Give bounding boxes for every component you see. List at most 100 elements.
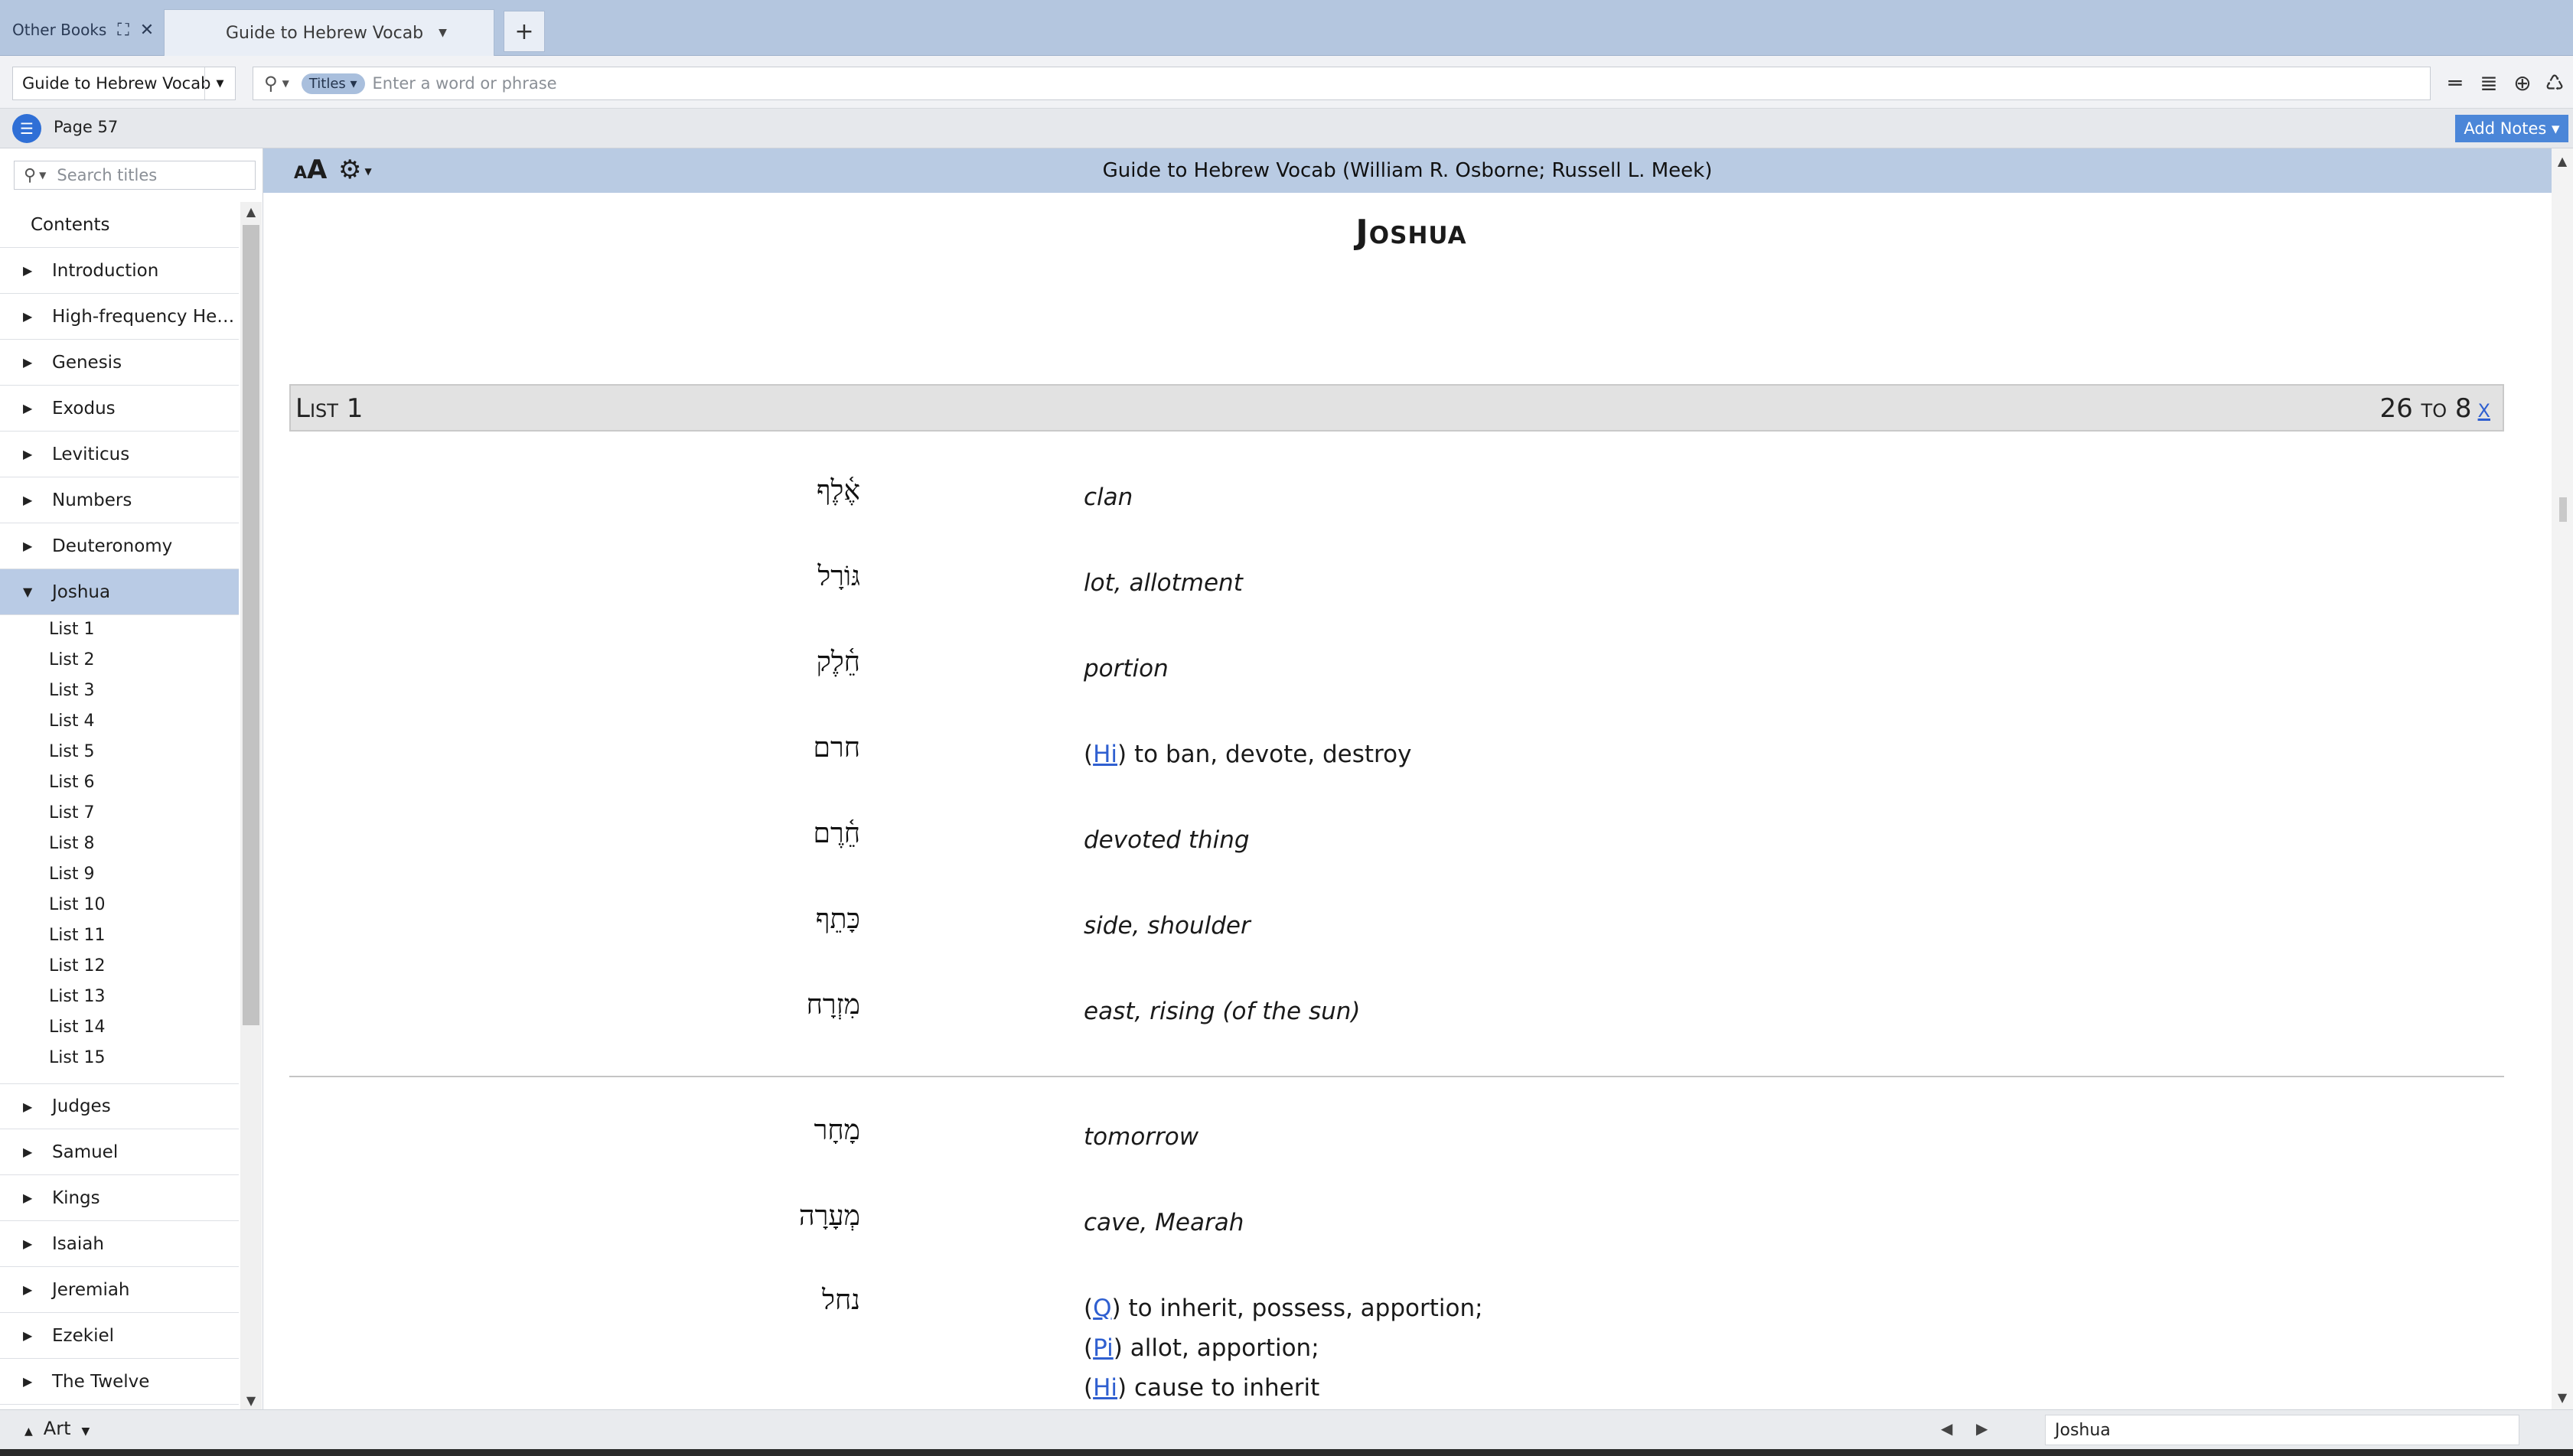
expand-triangle-icon[interactable]: ▶ [0, 309, 32, 324]
search-icon[interactable]: ⚲ [24, 166, 36, 185]
sidebar-item-joshua[interactable]: ▼ Joshua [0, 569, 239, 615]
sidebar-item-samuel[interactable]: ▶ Samuel [0, 1129, 239, 1175]
scroll-down-icon[interactable]: ▼ [240, 1391, 262, 1409]
expand-triangle-icon[interactable]: ▶ [0, 1191, 32, 1205]
hebrew-word[interactable]: מִזְרָח [493, 989, 860, 1021]
stem-link[interactable]: Hi [1093, 1374, 1117, 1402]
chevron-down-icon[interactable]: ▼ [39, 170, 46, 181]
add-circle-icon[interactable]: ⊕ [2507, 66, 2538, 99]
sidebar-item-numbers[interactable]: ▶ Numbers [0, 477, 239, 523]
sidebar-subitem-list-9[interactable]: List 9 [49, 865, 94, 884]
book-select[interactable]: Guide to Hebrew Vocab ▼ [12, 67, 236, 100]
location-field[interactable]: Joshua [2045, 1415, 2519, 1445]
search-input[interactable]: ⚲ ▼ Titles ▾ Enter a word or phrase [253, 67, 2431, 100]
chevron-down-icon[interactable]: ▼ [282, 78, 289, 89]
expand-triangle-icon[interactable]: ▶ [0, 1328, 32, 1343]
expand-triangle-icon[interactable]: ▶ [0, 1099, 32, 1114]
expand-triangle-icon[interactable]: ▶ [0, 355, 32, 370]
reading-pane-scroll-thumb[interactable] [2559, 497, 2567, 522]
search-icon[interactable]: ⚲ [264, 73, 278, 94]
sidebar-item-kings[interactable]: ▶ Kings [0, 1175, 239, 1221]
list-title: List 1 [295, 393, 364, 424]
hebrew-word[interactable]: חרם [493, 731, 860, 764]
sidebar-item-leviticus[interactable]: ▶ Leviticus [0, 432, 239, 477]
hebrew-word[interactable]: כָּתֵף [493, 903, 860, 935]
stem-link[interactable]: Pi [1093, 1334, 1114, 1362]
sidebar-subitem-list-12[interactable]: List 12 [49, 956, 105, 976]
next-arrow-icon[interactable]: ▶ [1976, 1419, 1988, 1438]
sidebar-item-exodus[interactable]: ▶ Exodus [0, 386, 239, 432]
sidebar-subitem-list-11[interactable]: List 11 [49, 926, 105, 945]
sidebar-subitem-list-8[interactable]: List 8 [49, 834, 94, 853]
list-close-link[interactable]: x [2478, 393, 2490, 424]
add-notes-button[interactable]: Add Notes ▾ [2455, 115, 2568, 142]
hebrew-word[interactable]: נחל [493, 1284, 860, 1316]
sidebar-subitem-list-13[interactable]: List 13 [49, 987, 105, 1006]
sidebar-item-isaiah[interactable]: ▶ Isaiah [0, 1221, 239, 1267]
float-window-icon[interactable]: ⛶ [117, 21, 129, 40]
sidebar-subitem-list-4[interactable]: List 4 [49, 712, 94, 731]
hebrew-word[interactable]: אֶ֫לֶף [493, 474, 860, 507]
hebrew-word[interactable]: מְעָרָה [493, 1200, 860, 1232]
sidebar-subitem-list-3[interactable]: List 3 [49, 681, 94, 700]
expand-triangle-icon[interactable]: ▶ [0, 447, 32, 461]
sidebar-subitem-list-2[interactable]: List 2 [49, 650, 94, 669]
gear-icon[interactable]: ⚙ ▼ [338, 155, 372, 185]
stem-link[interactable]: Hi [1093, 741, 1117, 768]
sidebar-scroll-thumb[interactable] [243, 225, 259, 1025]
sidebar-item-introduction[interactable]: ▶ Introduction [0, 248, 239, 294]
expand-triangle-icon[interactable]: ▶ [0, 1145, 32, 1159]
sidebar-item-label: Numbers [52, 490, 132, 510]
expand-triangle-icon[interactable]: ▶ [0, 1236, 32, 1251]
table-of-contents-icon[interactable]: ☰ [12, 114, 41, 143]
chevron-down-icon[interactable]: ▼ [439, 27, 447, 39]
chevron-up-icon[interactable]: ▲ [24, 1425, 33, 1438]
tab-guide-to-hebrew-vocab[interactable]: Guide to Hebrew Vocab ▼ [164, 9, 494, 56]
sidebar-scrollbar[interactable]: ▲ ▼ [240, 202, 262, 1409]
sidebar-subitem-list-15[interactable]: List 15 [49, 1048, 105, 1067]
add-tab-button[interactable]: + [504, 11, 545, 52]
sidebar-item-jeremiah[interactable]: ▶ Jeremiah [0, 1267, 239, 1313]
reading-pane-scrollbar[interactable]: ▲ ▼ [2552, 148, 2573, 1409]
scroll-up-icon[interactable]: ▲ [240, 202, 262, 220]
sidebar-item-deuteronomy[interactable]: ▶ Deuteronomy [0, 523, 239, 569]
sidebar-subitem-list-5[interactable]: List 5 [49, 742, 94, 761]
hebrew-word[interactable]: חֵ֫רֶם [493, 817, 860, 849]
sidebar-item-judges[interactable]: ▶ Judges [0, 1083, 239, 1129]
expand-triangle-icon[interactable]: ▶ [0, 539, 32, 553]
art-panel-button[interactable]: ▲ Art ▼ [24, 1418, 90, 1439]
expand-triangle-icon[interactable]: ▶ [0, 401, 32, 415]
search-scope-pill[interactable]: Titles ▾ [301, 73, 365, 94]
collapse-triangle-icon[interactable]: ▼ [0, 585, 32, 599]
parallel-lines-icon[interactable]: ═ [2440, 66, 2470, 99]
sidebar-search-input[interactable]: ⚲ ▼ Search titles [14, 161, 256, 190]
hebrew-word[interactable]: חֵ֫לֶק [493, 646, 860, 678]
previous-arrow-icon[interactable]: ◀ [1941, 1419, 1952, 1438]
expand-triangle-icon[interactable]: ▶ [0, 493, 32, 507]
sidebar-item-the-twelve[interactable]: ▶ The Twelve [0, 1359, 239, 1405]
sidebar-subitem-list-14[interactable]: List 14 [49, 1018, 105, 1037]
font-size-button[interactable]: AA [294, 155, 327, 185]
tab-other-books[interactable]: Other Books ⛶ ✕ [0, 5, 162, 55]
sidebar-subitem-list-10[interactable]: List 10 [49, 895, 105, 914]
sidebar-item-ezekiel[interactable]: ▶ Ezekiel [0, 1313, 239, 1359]
scroll-up-icon[interactable]: ▲ [2552, 151, 2573, 170]
close-icon[interactable]: ✕ [140, 21, 154, 40]
text-align-icon[interactable]: ≣ [2474, 66, 2504, 99]
expand-triangle-icon[interactable]: ▶ [0, 263, 32, 278]
hebrew-word[interactable]: מָחָר [493, 1114, 860, 1146]
expand-triangle-icon[interactable]: ▶ [0, 1282, 32, 1297]
recycle-icon[interactable]: ♺ [2539, 66, 2570, 99]
expand-triangle-icon[interactable]: ▶ [0, 1374, 32, 1389]
scroll-down-icon[interactable]: ▼ [2552, 1388, 2573, 1406]
hebrew-word[interactable]: גּוֹרָל [493, 560, 860, 592]
chevron-down-icon[interactable]: ▼ [81, 1425, 90, 1438]
sidebar-item-genesis[interactable]: ▶ Genesis [0, 340, 239, 386]
sidebar-item-high-frequency[interactable]: ▶ High-frequency Hebr... [0, 294, 239, 340]
stem-link[interactable]: Q [1093, 1295, 1111, 1322]
gloss: allot, apportion; [1130, 1334, 1319, 1362]
sidebar-subitem-list-7[interactable]: List 7 [49, 803, 94, 822]
sidebar-subitem-list-1[interactable]: List 1 [49, 620, 94, 639]
chevron-down-icon[interactable]: ▼ [204, 67, 235, 99]
sidebar-subitem-list-6[interactable]: List 6 [49, 773, 94, 792]
